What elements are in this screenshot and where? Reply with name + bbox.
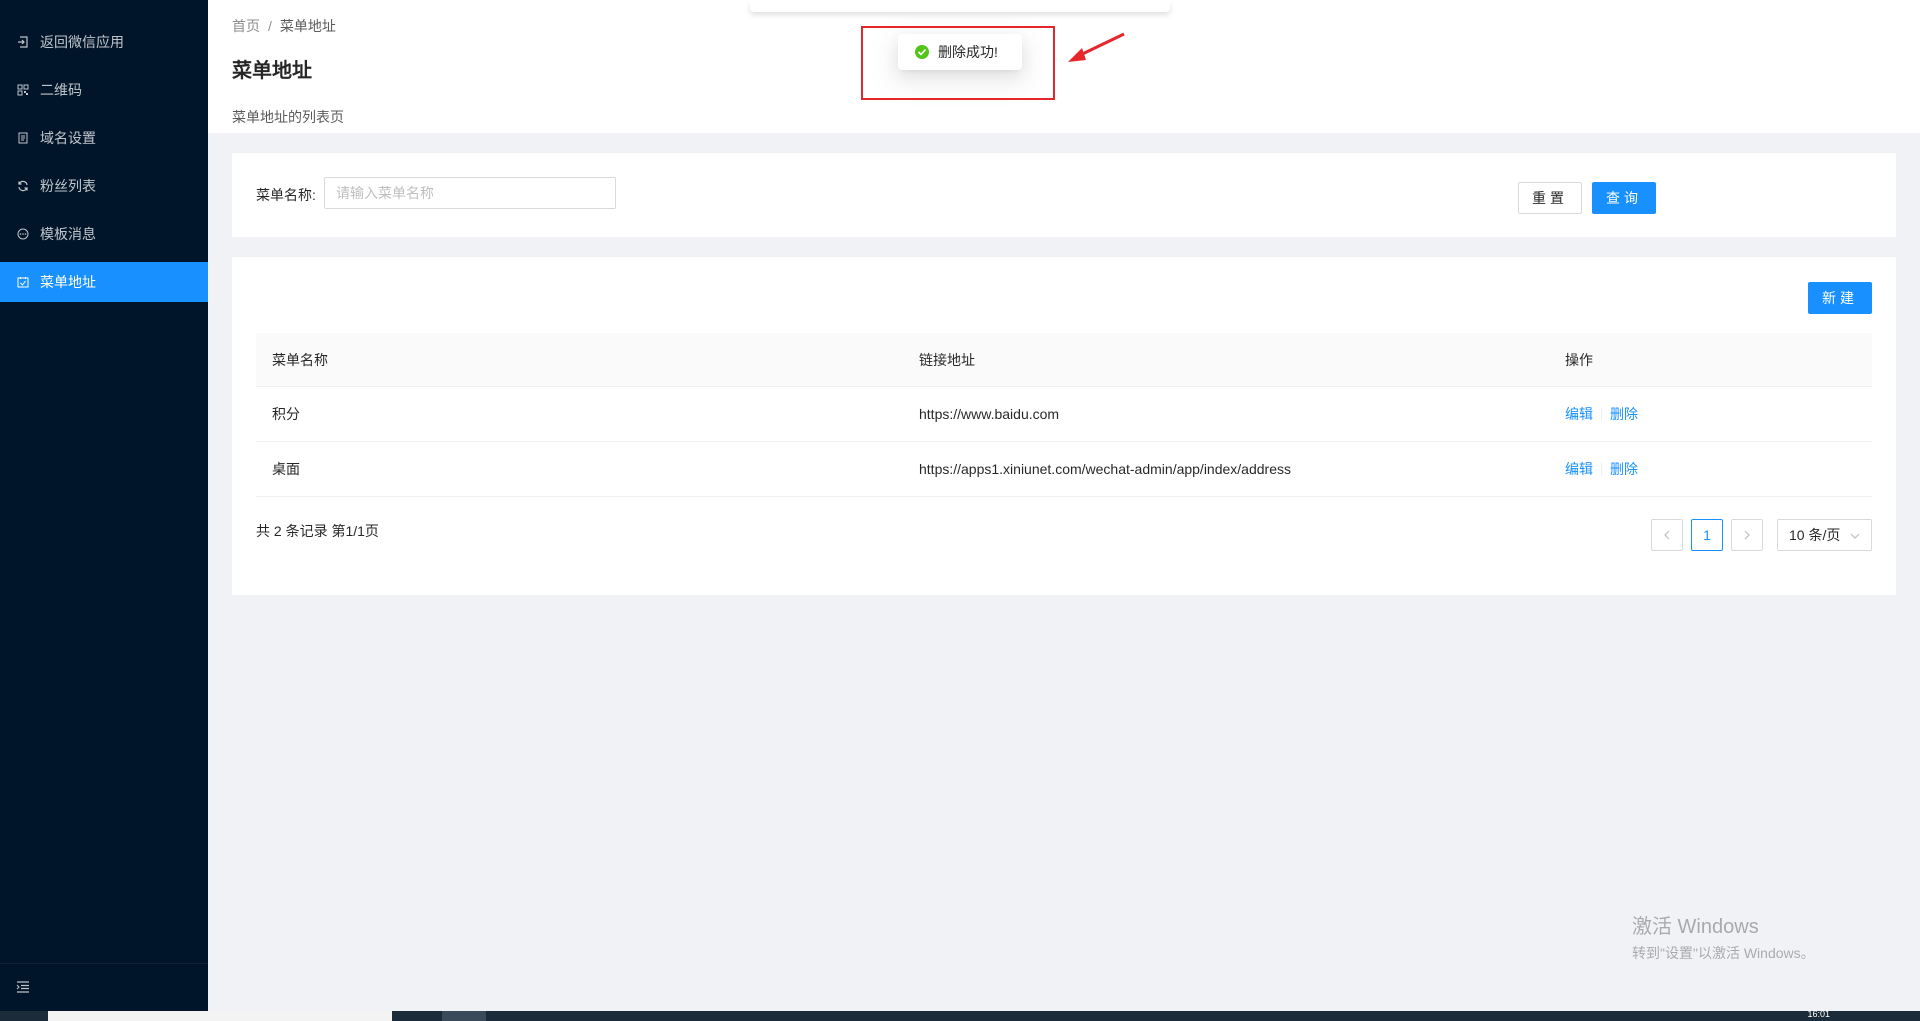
breadcrumb-home[interactable]: 首页 — [232, 16, 260, 36]
sidebar-item-label: 二维码 — [40, 82, 82, 98]
action-divider — [1601, 407, 1602, 421]
sidebar-item-domain-settings[interactable]: 域名设置 — [0, 118, 208, 158]
edit-link[interactable]: 编辑 — [1565, 404, 1593, 424]
page-number-button[interactable]: 1 — [1691, 519, 1723, 551]
sidebar-item-label: 菜单地址 — [40, 274, 96, 290]
watermark-subtitle: 转到"设置"以激活 Windows。 — [1632, 945, 1815, 961]
sidebar-item-template-message[interactable]: 模板消息 — [0, 214, 208, 254]
breadcrumb-separator: / — [268, 18, 272, 34]
cell-name: 积分 — [272, 406, 300, 422]
table-row: 桌面 https://apps1.xiniunet.com/wechat-adm… — [256, 442, 1872, 497]
message-icon — [16, 227, 30, 241]
sync-icon — [16, 179, 30, 193]
page-description: 菜单地址的列表页 — [232, 109, 344, 125]
sidebar-item-label: 返回微信应用 — [40, 34, 124, 50]
modal-remnant — [750, 0, 1170, 12]
table-card: 新建 菜单名称 链接地址 操作 积分 https://www.baidu.com… — [232, 257, 1896, 595]
sidebar-item-menu-address[interactable]: 菜单地址 — [0, 262, 208, 302]
cell-url: https://apps1.xiniunet.com/wechat-admin/… — [919, 461, 1291, 477]
sidebar: 返回微信应用 二维码 域名设置 粉丝列表 模板消息 菜单地址 — [0, 0, 208, 1011]
cell-actions: 编辑 删除 — [1549, 404, 1872, 424]
reset-button[interactable]: 重置 — [1518, 182, 1582, 214]
delete-link[interactable]: 删除 — [1610, 404, 1638, 424]
windows-activation-watermark: 激活 Windows 转到"设置"以激活 Windows。 — [1632, 910, 1815, 963]
menu-name-input[interactable] — [324, 177, 616, 209]
schedule-icon — [16, 275, 30, 289]
cell-name: 桌面 — [272, 461, 300, 477]
sidebar-item-qrcode[interactable]: 二维码 — [0, 70, 208, 110]
taskbar: 16:01 — [0, 1009, 1920, 1021]
prev-page-button[interactable] — [1651, 519, 1683, 551]
sidebar-item-label: 粉丝列表 — [40, 178, 96, 194]
annotation-arrow — [1068, 32, 1125, 62]
document-icon — [16, 131, 30, 145]
sidebar-collapse-button[interactable] — [0, 963, 208, 1011]
taskbar-clock: 16:01 — [1807, 1009, 1830, 1019]
cell-url: https://www.baidu.com — [919, 406, 1060, 422]
search-label: 菜单名称: — [256, 187, 316, 203]
sidebar-item-label: 模板消息 — [40, 226, 96, 242]
search-card: 菜单名称: 重置 查询 — [232, 153, 1896, 237]
taskbar-search-box[interactable] — [48, 1011, 392, 1021]
sidebar-item-back-to-wechat[interactable]: 返回微信应用 — [0, 22, 208, 62]
edit-link[interactable]: 编辑 — [1565, 459, 1593, 479]
page-size-select[interactable]: 10 条/页 — [1777, 519, 1872, 551]
menu-fold-icon — [16, 980, 30, 996]
logout-icon — [16, 35, 30, 49]
chevron-left-icon — [1663, 527, 1671, 543]
table-header: 菜单名称 链接地址 操作 — [256, 333, 1872, 387]
delete-link[interactable]: 删除 — [1610, 459, 1638, 479]
cell-actions: 编辑 删除 — [1549, 459, 1872, 479]
chevron-down-icon — [1850, 527, 1860, 543]
new-button[interactable]: 新建 — [1808, 282, 1872, 314]
table-row: 积分 https://www.baidu.com 编辑 删除 — [256, 387, 1872, 442]
breadcrumb-current: 菜单地址 — [279, 18, 336, 34]
menu-table: 菜单名称 链接地址 操作 积分 https://www.baidu.com 编辑… — [256, 333, 1872, 497]
page-header: 首页 / 菜单地址 菜单地址 菜单地址的列表页 — [208, 0, 1920, 133]
query-button[interactable]: 查询 — [1592, 182, 1656, 214]
page-size-value: 10 条/页 — [1789, 527, 1841, 543]
taskbar-app-button[interactable] — [442, 1011, 486, 1021]
qrcode-icon — [16, 83, 30, 97]
chevron-right-icon — [1743, 527, 1751, 543]
sidebar-item-label: 域名设置 — [40, 130, 96, 146]
column-header-name: 菜单名称 — [272, 351, 328, 368]
next-page-button[interactable] — [1731, 519, 1763, 551]
column-header-url: 链接地址 — [919, 351, 975, 368]
sidebar-item-fans-list[interactable]: 粉丝列表 — [0, 166, 208, 206]
action-divider — [1601, 462, 1602, 476]
watermark-title: 激活 Windows — [1632, 916, 1759, 938]
annotation-box — [861, 26, 1055, 100]
pagination-total: 共 2 条记录 第1/1页 — [256, 523, 379, 539]
column-header-actions: 操作 — [1565, 351, 1593, 368]
